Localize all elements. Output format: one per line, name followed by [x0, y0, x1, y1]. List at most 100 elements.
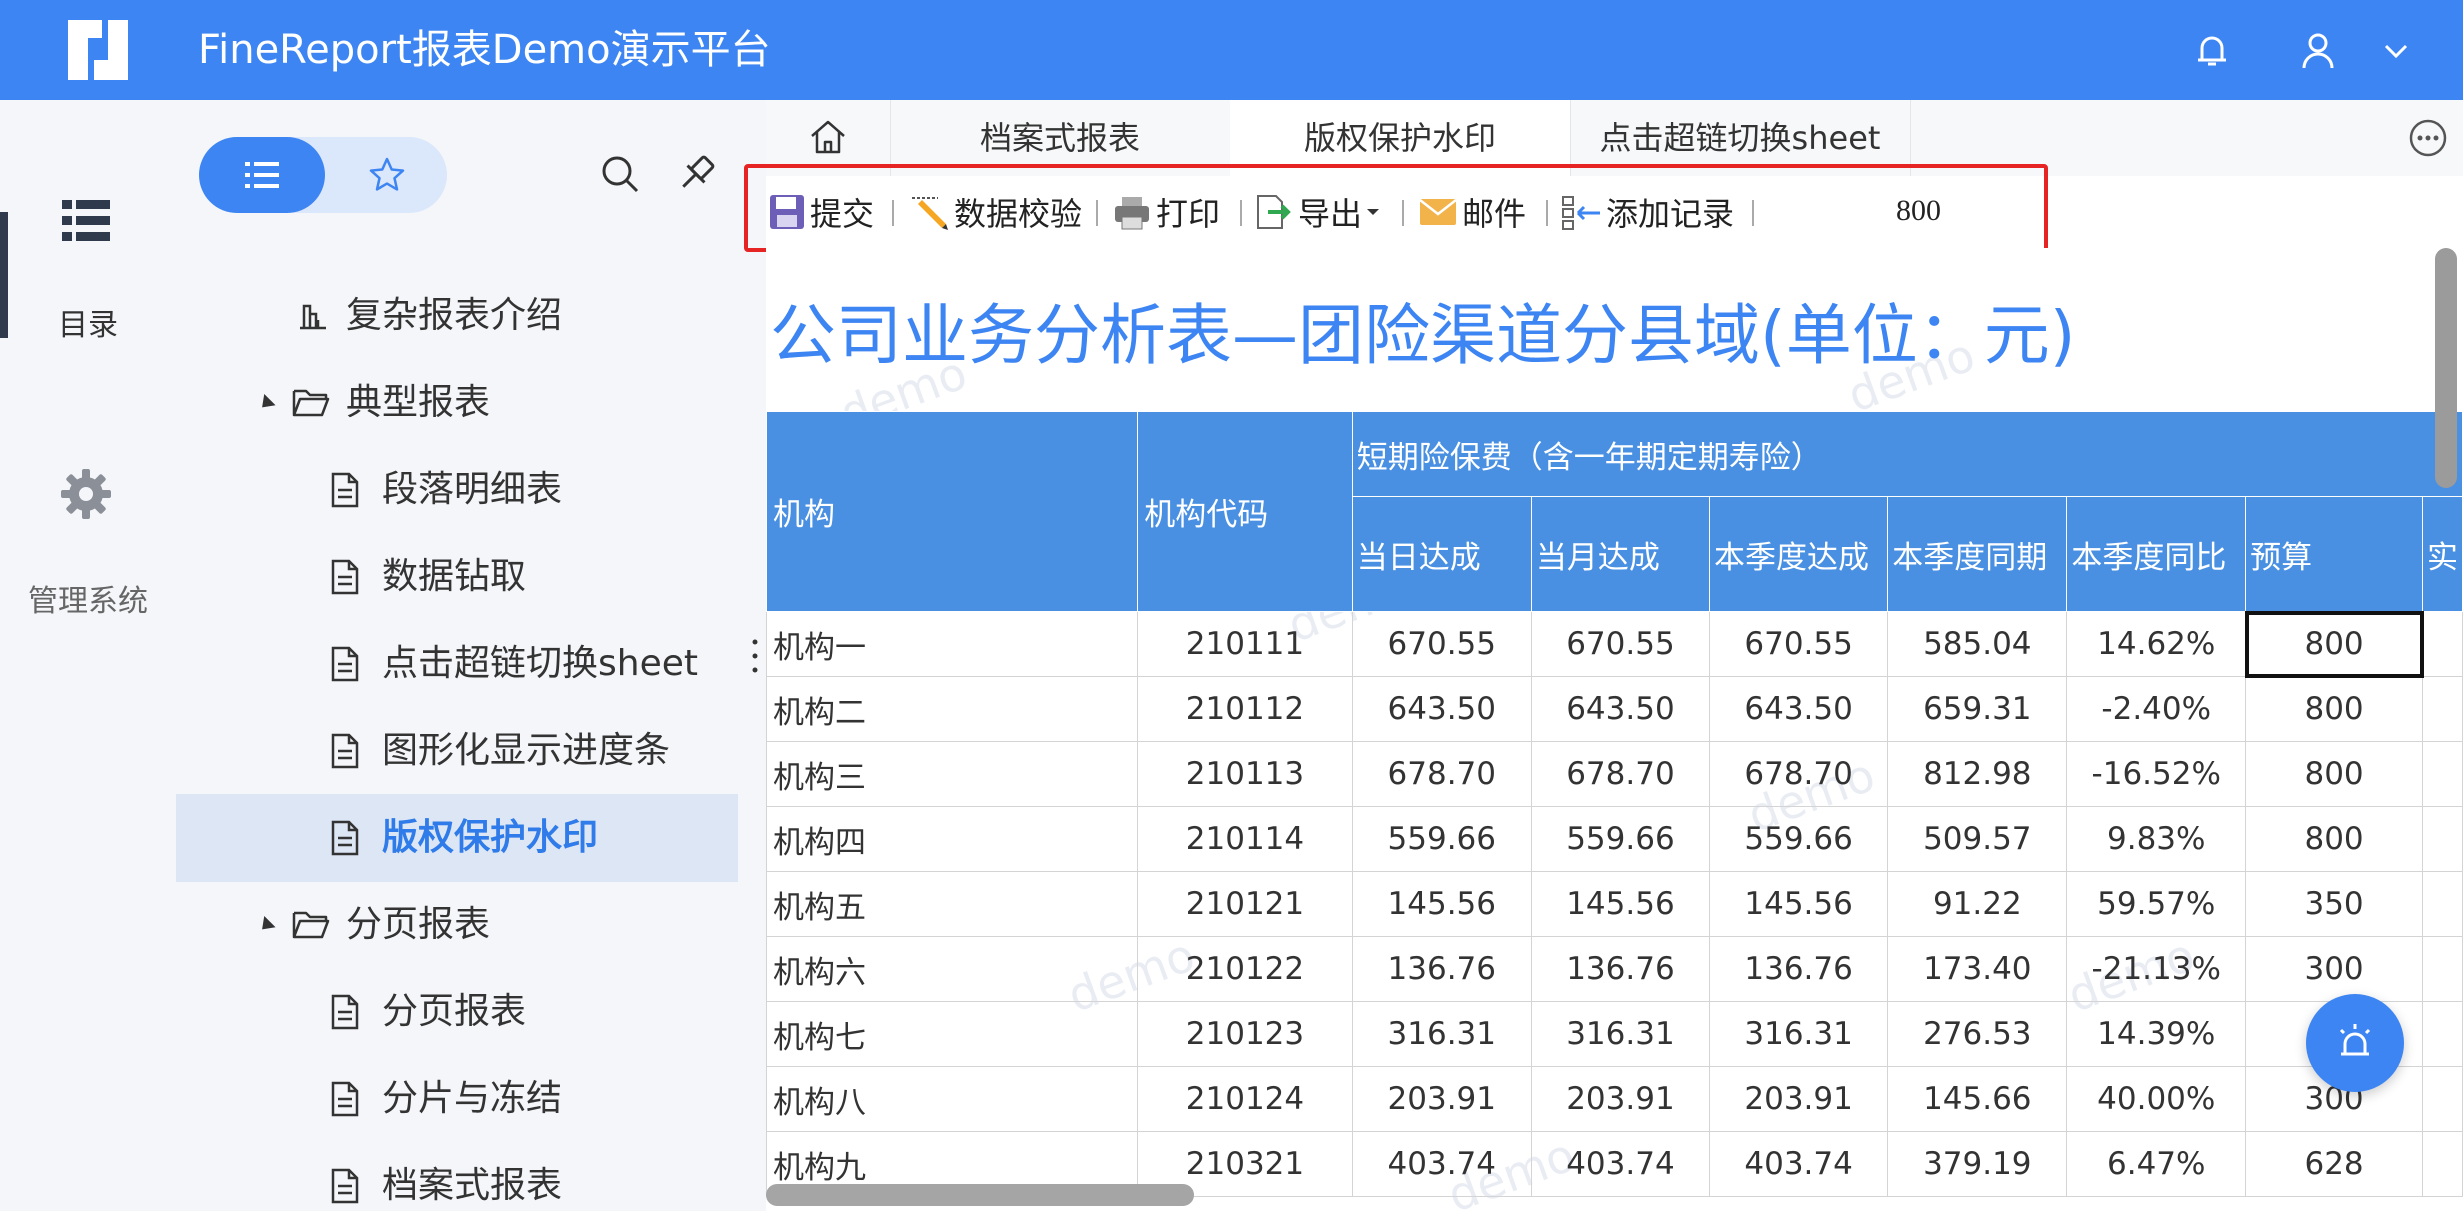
chevron-down-icon[interactable]	[2372, 26, 2420, 74]
document-icon	[331, 559, 359, 595]
gear-icon[interactable]	[58, 466, 114, 522]
dir-item-archive-report[interactable]: 档案式报表	[176, 1142, 766, 1230]
directory-panel: 复杂报表介绍 典型报表 段落明细表 数据钻取 点击超链切换sheet 图形化显示…	[176, 100, 766, 1211]
top-header: FineReport报表Demo演示平台	[0, 0, 2463, 100]
table-cell: 509.57	[1887, 806, 2068, 872]
table-cell	[2422, 806, 2463, 872]
table-cell: -2.40%	[2066, 676, 2247, 742]
dir-item-label: 典型报表	[346, 382, 491, 423]
table-cell: 316.31	[1351, 1001, 1532, 1067]
document-icon	[331, 820, 359, 856]
dir-item-hyperlink-sheet[interactable]: 点击超链切换sheet	[176, 620, 766, 708]
report-canvas: demo demo demo demo demo demo demo 公司业务分…	[766, 248, 2463, 1211]
favorites-button[interactable]	[325, 137, 447, 213]
dir-item-label: 版权保护水印	[382, 817, 599, 858]
table-row: 机构二 210112 643.50 643.50 643.50 659.31 -2.40% 8…	[766, 676, 2463, 742]
table-cell[interactable]: 800	[2245, 741, 2424, 807]
table-cell: -21.13%	[2066, 936, 2247, 1002]
header-org: 机构	[766, 411, 1139, 612]
table-cell: 40.00%	[2066, 1066, 2247, 1132]
table-cell: 136.76	[1351, 936, 1532, 1002]
dir-item-drilldown[interactable]: 数据钻取	[176, 533, 766, 621]
table-cell[interactable]: 800	[2245, 806, 2424, 872]
table-cell: 136.76	[1709, 936, 1889, 1002]
org-cell: 机构二	[766, 676, 1139, 742]
org-cell: 机构八	[766, 1066, 1139, 1132]
list-view-button[interactable]	[199, 137, 325, 213]
table-cell: -16.52%	[2066, 741, 2247, 807]
header-col: 当日达成	[1351, 496, 1532, 612]
bell-icon[interactable]	[2188, 26, 2236, 74]
toolbar-highlight-box	[744, 164, 2048, 252]
table-cell	[2422, 741, 2463, 807]
table-cell: 136.76	[1530, 936, 1711, 1002]
table-cell: 670.55	[1530, 611, 1711, 677]
dir-item-slice-freeze[interactable]: 分片与冻结	[176, 1055, 766, 1143]
org-cell: 机构七	[766, 1001, 1139, 1067]
table-cell: 203.91	[1530, 1066, 1711, 1132]
header-col: 当月达成	[1530, 496, 1711, 612]
table-cell	[2422, 1066, 2463, 1132]
table-cell: 670.55	[1351, 611, 1532, 677]
table-cell[interactable]: 300	[2245, 936, 2424, 1002]
table-cell: 678.70	[1530, 741, 1711, 807]
header-col: 本季度同比	[2066, 496, 2247, 612]
dir-item-label: 数据钻取	[382, 556, 527, 597]
table-row: 机构五 210121 145.56 145.56 145.56 91.22 59.57% 35…	[766, 871, 2463, 937]
horizontal-scrollbar[interactable]	[766, 1184, 1194, 1206]
search-icon[interactable]	[598, 152, 642, 196]
org-cell: 机构三	[766, 741, 1139, 807]
dir-item-paged-report[interactable]: 分页报表	[176, 968, 766, 1056]
table-cell[interactable]: 800	[2245, 676, 2424, 742]
table-cell: 643.50	[1530, 676, 1711, 742]
document-icon	[331, 1168, 359, 1204]
dir-item-label: 分片与冻结	[382, 1078, 563, 1119]
table-cell: 210111	[1137, 611, 1353, 677]
table-cell: 670.55	[1709, 611, 1889, 677]
header-col: 预算	[2245, 496, 2424, 612]
report-table: 机构 机构代码 短期险保费（含一年期定期寿险） 当日达成 当月达成 本季度达成 …	[766, 411, 2463, 1197]
dir-item-complex-report[interactable]: 复杂报表介绍	[176, 272, 766, 360]
expand-caret-icon[interactable]	[256, 393, 276, 414]
dir-item-progress-bar[interactable]: 图形化显示进度条	[176, 707, 766, 795]
user-icon[interactable]	[2294, 26, 2342, 74]
dir-folder-typical[interactable]: 典型报表	[176, 359, 766, 447]
table-cell: 203.91	[1351, 1066, 1532, 1132]
table-cell: 403.74	[1709, 1131, 1889, 1197]
header-col: 本季度达成	[1709, 496, 1889, 612]
table-cell: 145.56	[1351, 871, 1532, 937]
table-cell: 210112	[1137, 676, 1353, 742]
catalog-list-icon[interactable]	[60, 196, 112, 246]
table-cell: 643.50	[1351, 676, 1532, 742]
view-switch	[199, 137, 447, 213]
table-row: 机构六 210122 136.76 136.76 136.76 173.40 -21.13%…	[766, 936, 2463, 1002]
dir-folder-paged[interactable]: 分页报表	[176, 881, 766, 969]
pin-icon[interactable]	[674, 152, 718, 196]
table-cell: 559.66	[1351, 806, 1532, 872]
table-cell[interactable]: 800	[2244, 610, 2424, 678]
table-cell: 14.39%	[2066, 1001, 2247, 1067]
table-row: 机构三 210113 678.70 678.70 678.70 812.98 -16.52%…	[766, 741, 2463, 807]
table-row: 机构一 210111 670.55 670.55 670.55 585.04 14.62% 8…	[766, 610, 2463, 678]
dir-item-paragraph-detail[interactable]: 段落明细表	[176, 446, 766, 534]
table-cell[interactable]: 350	[2245, 871, 2424, 937]
alarm-fab-button[interactable]	[2306, 994, 2404, 1092]
dir-item-watermark[interactable]: 版权保护水印	[176, 794, 738, 882]
app-title: FineReport报表Demo演示平台	[198, 27, 771, 73]
folder-open-icon	[292, 911, 330, 939]
rail-catalog-label[interactable]: 目录	[0, 300, 176, 344]
panel-resize-handle[interactable]	[752, 638, 758, 678]
table-cell[interactable]: 628	[2245, 1131, 2424, 1197]
table-cell: 379.19	[1887, 1131, 2068, 1197]
document-icon	[331, 472, 359, 508]
expand-caret-icon[interactable]	[256, 915, 276, 936]
header-col: 本季度同期	[1887, 496, 2068, 612]
table-cell: 276.53	[1887, 1001, 2068, 1067]
report-rows: 机构一 210111 670.55 670.55 670.55 585.04 14.62% 8…	[766, 610, 2463, 1197]
vertical-scrollbar[interactable]	[2435, 248, 2457, 488]
dir-item-label: 分页报表	[346, 904, 491, 945]
more-options-icon[interactable]	[2408, 118, 2448, 158]
table-cell: 678.70	[1351, 741, 1532, 807]
org-cell: 机构四	[766, 806, 1139, 872]
rail-admin-label[interactable]: 管理系统	[0, 576, 176, 620]
